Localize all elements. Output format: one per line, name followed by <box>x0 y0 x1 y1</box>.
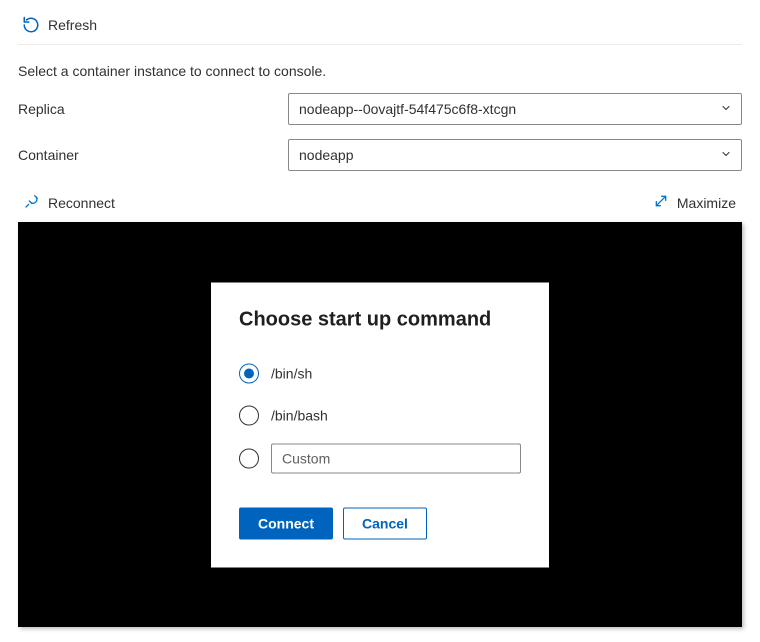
console-actions: Reconnect Maximize <box>20 191 740 214</box>
connect-button[interactable]: Connect <box>239 507 333 539</box>
radio-binbash[interactable] <box>239 405 259 425</box>
container-select-wrap: nodeapp <box>288 139 742 171</box>
radio-binsh-label[interactable]: /bin/sh <box>271 365 312 381</box>
radio-row-binbash: /bin/bash <box>239 401 521 429</box>
maximize-button[interactable]: Maximize <box>649 191 740 214</box>
radio-custom[interactable] <box>239 448 259 468</box>
custom-command-input[interactable] <box>271 443 521 473</box>
refresh-icon <box>22 16 40 34</box>
maximize-icon <box>653 193 669 212</box>
console-terminal[interactable]: Choose start up command /bin/sh /bin/bas… <box>18 222 742 627</box>
cancel-button[interactable]: Cancel <box>343 507 427 539</box>
container-label: Container <box>18 147 288 163</box>
refresh-label: Refresh <box>48 17 97 33</box>
replica-row: Replica nodeapp--0ovajtf-54f475c6f8-xtcg… <box>18 93 742 125</box>
maximize-label: Maximize <box>677 195 736 211</box>
radio-row-custom <box>239 443 521 473</box>
container-row: Container nodeapp <box>18 139 742 171</box>
plug-icon <box>24 193 40 212</box>
replica-select-wrap: nodeapp--0ovajtf-54f475c6f8-xtcgn <box>288 93 742 125</box>
radio-row-binsh: /bin/sh <box>239 359 521 387</box>
dialog-title: Choose start up command <box>239 308 521 331</box>
instructions-text: Select a container instance to connect t… <box>18 63 742 79</box>
replica-select[interactable]: nodeapp--0ovajtf-54f475c6f8-xtcgn <box>288 93 742 125</box>
reconnect-label: Reconnect <box>48 195 115 211</box>
startup-command-dialog: Choose start up command /bin/sh /bin/bas… <box>211 282 549 567</box>
radio-binsh[interactable] <box>239 363 259 383</box>
top-toolbar: Refresh <box>18 10 742 45</box>
reconnect-button[interactable]: Reconnect <box>20 191 119 214</box>
dialog-actions: Connect Cancel <box>239 507 521 539</box>
refresh-button[interactable]: Refresh <box>18 14 101 36</box>
radio-binbash-label[interactable]: /bin/bash <box>271 407 328 423</box>
replica-label: Replica <box>18 101 288 117</box>
container-select[interactable]: nodeapp <box>288 139 742 171</box>
